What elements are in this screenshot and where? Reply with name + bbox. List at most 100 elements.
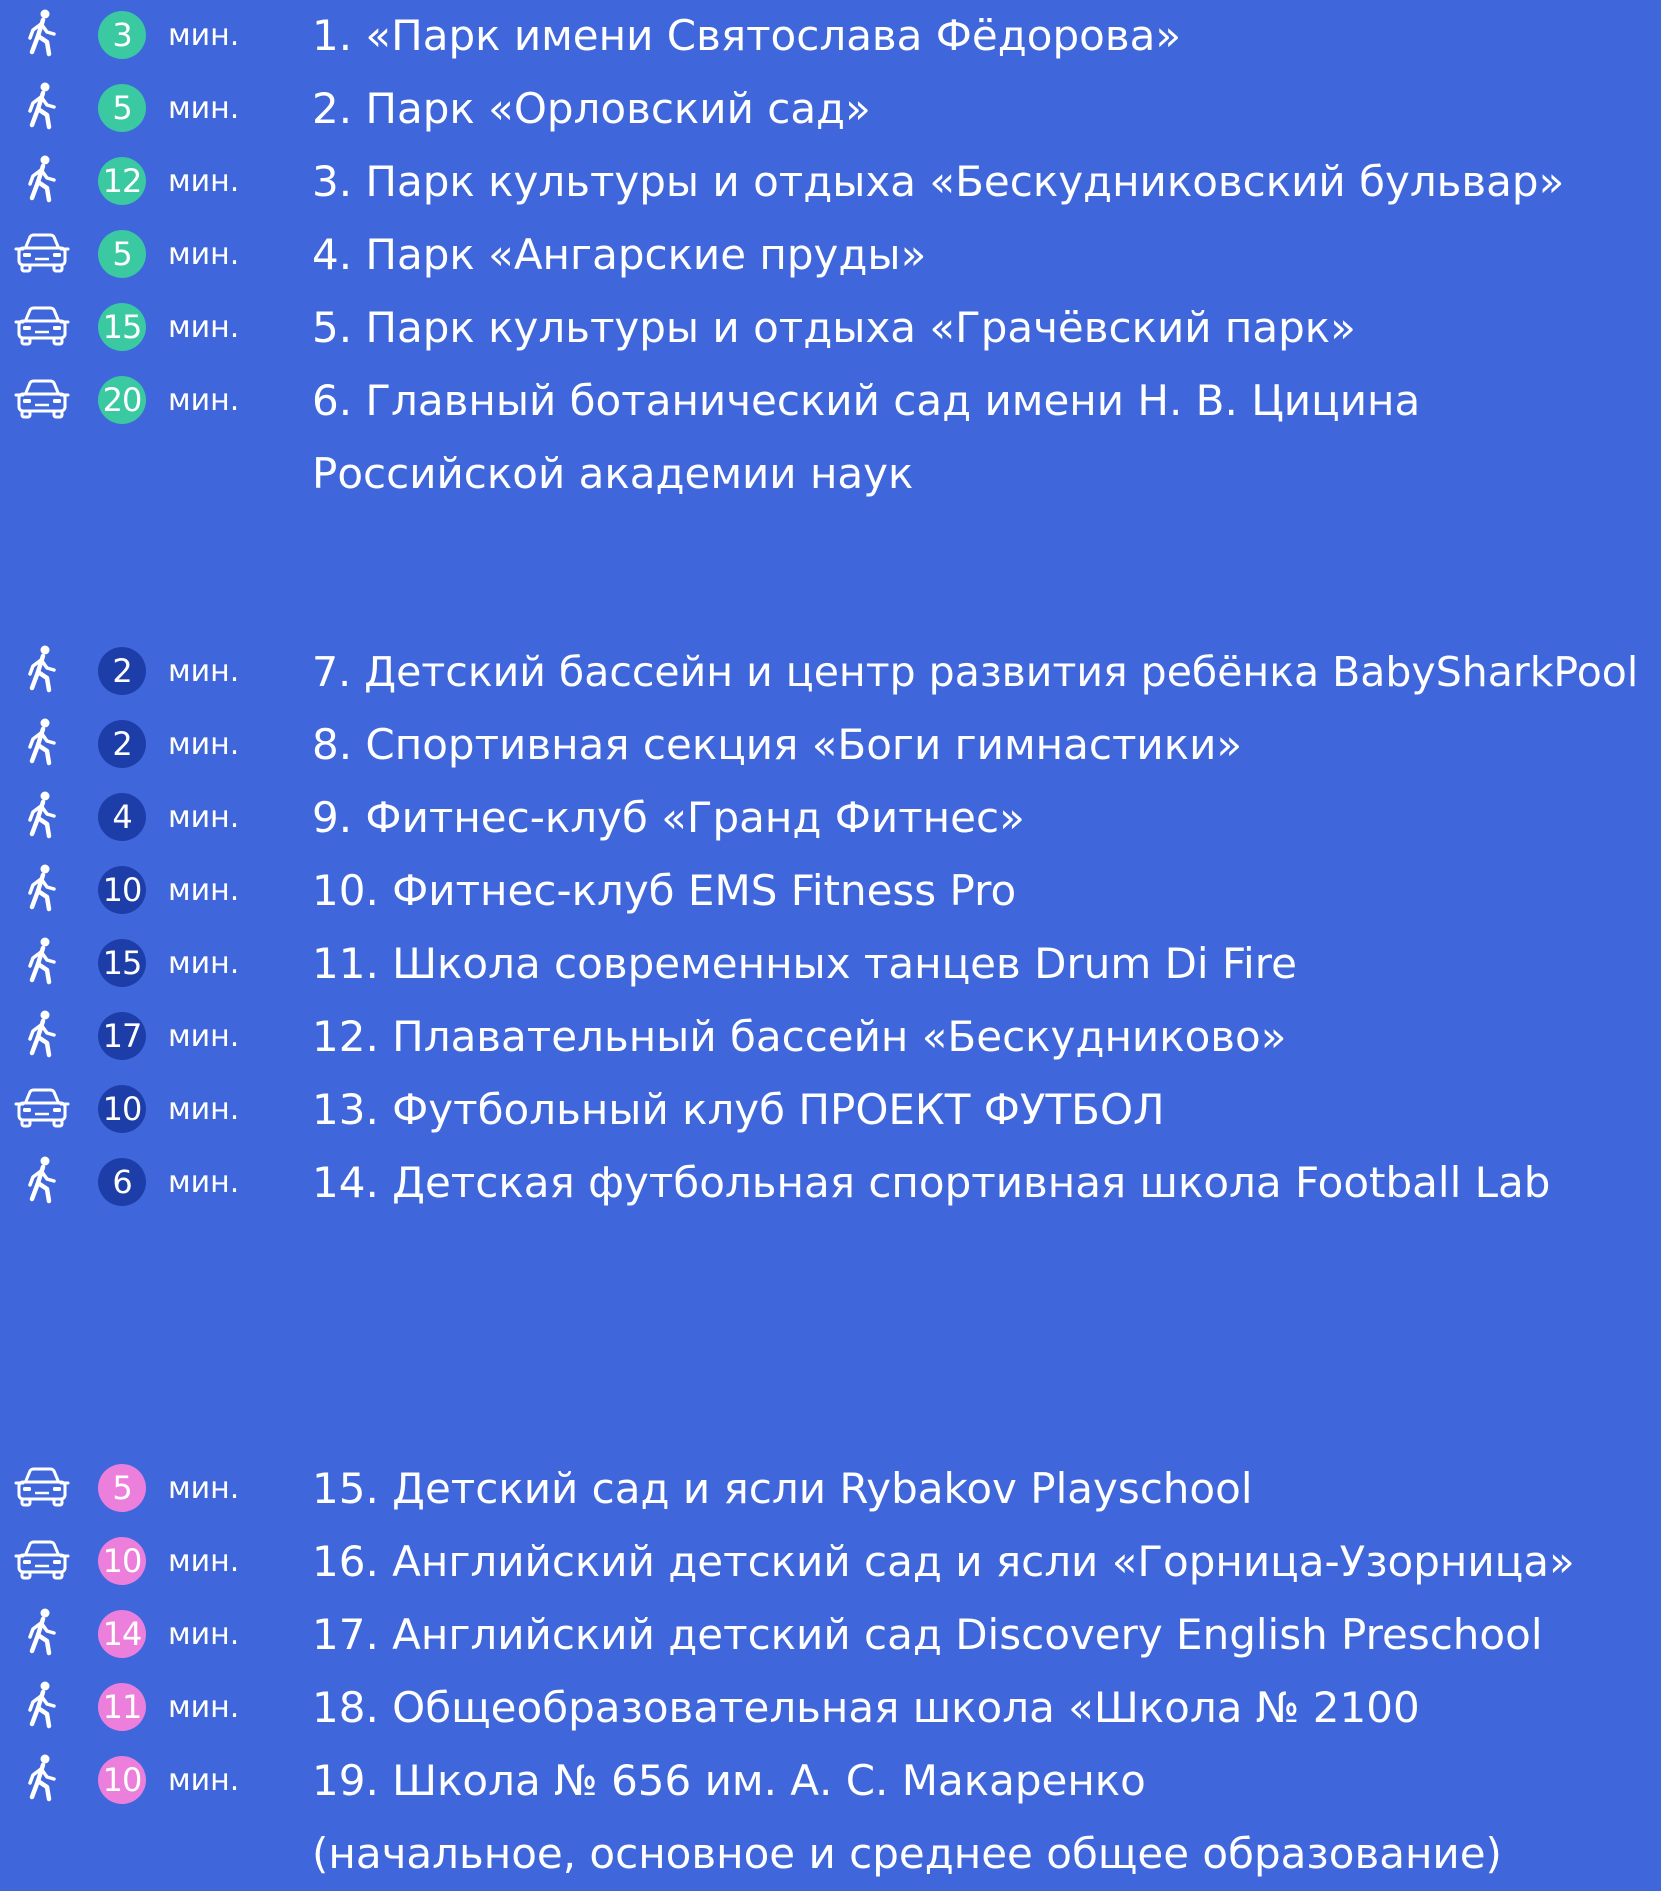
minutes-unit: мин. <box>168 1019 240 1054</box>
minutes-unit: мин. <box>168 800 240 835</box>
place-name: 6. Главный ботанический сад имени Н. В. … <box>312 376 1421 425</box>
list-item: 2 мин. 7. Детский бассейн и центр развития… <box>0 636 1661 709</box>
minutes-badge: 4 <box>98 793 146 841</box>
list-item-continuation: (начальное, основное и среднее общее обр… <box>0 1818 1661 1891</box>
minutes-unit: мин. <box>168 1617 240 1652</box>
place-name-continuation: (начальное, основное и среднее общее обр… <box>312 1829 1502 1878</box>
walk-icon <box>14 1009 70 1059</box>
minutes-badge: 14 <box>98 1610 146 1658</box>
minutes-unit: мин. <box>168 237 240 272</box>
parks-section: 3 мин. 1. «Парк имени Святослава Фёдорова»… <box>0 0 1661 511</box>
minutes-badge: 17 <box>98 1012 146 1060</box>
list-item: 14 мин. 17. Английский детский сад Discove… <box>0 1599 1661 1672</box>
place-name: 8. Спортивная секция «Боги гимнастики» <box>312 720 1243 769</box>
schools-section: 5 мин. 15. Детский сад и ясли Rybakov Play… <box>0 1453 1661 1891</box>
place-name: 10. Фитнес-клуб EMS Fitness Pro <box>312 866 1017 915</box>
minutes-unit: мин. <box>168 18 240 53</box>
minutes-badge: 20 <box>98 376 146 424</box>
walk-icon <box>14 81 70 131</box>
list-item: 5 мин. 2. Парк «Орловский сад» <box>0 73 1661 146</box>
minutes-badge: 5 <box>98 84 146 132</box>
walk-icon <box>14 1753 70 1803</box>
minutes-unit: мин. <box>168 1690 240 1725</box>
list-item: 10 мин. 19. Школа № 656 им. А. С. Макаренк… <box>0 1745 1661 1818</box>
place-name: 13. Футбольный клуб ПРОЕКТ ФУТБОЛ <box>312 1085 1165 1134</box>
place-name: 2. Парк «Орловский сад» <box>312 84 871 133</box>
minutes-badge: 3 <box>98 11 146 59</box>
list-item: 2 мин. 8. Спортивная секция «Боги гимнасти… <box>0 709 1661 782</box>
minutes-unit: мин. <box>168 946 240 981</box>
minutes-badge: 12 <box>98 157 146 205</box>
distance-list-page: 3 мин. 1. «Парк имени Святослава Фёдорова»… <box>0 0 1661 1879</box>
minutes-unit: мин. <box>168 727 240 762</box>
minutes-badge: 2 <box>98 647 146 695</box>
walk-icon <box>14 1607 70 1657</box>
place-name: 5. Парк культуры и отдыха «Грачёвский па… <box>312 303 1356 352</box>
minutes-badge: 15 <box>98 303 146 351</box>
place-name: 7. Детский бассейн и центр развития ребё… <box>312 648 1639 696</box>
list-item: 12 мин. 3. Парк культуры и отдыха «Бескудн… <box>0 146 1661 219</box>
list-item: 20 мин. 6. Главный ботанический сад имени … <box>0 365 1661 438</box>
list-item: 15 мин. 11. Школа современных танцев Drum … <box>0 928 1661 1001</box>
list-item: 5 мин. 15. Детский сад и ясли Rybakov Play… <box>0 1453 1661 1526</box>
minutes-unit: мин. <box>168 164 240 199</box>
walk-icon <box>14 790 70 840</box>
minutes-unit: мин. <box>168 310 240 345</box>
place-name: 4. Парк «Ангарские пруды» <box>312 230 927 279</box>
list-item: 4 мин. 9. Фитнес-клуб «Гранд Фитнес» <box>0 782 1661 855</box>
minutes-badge: 6 <box>98 1158 146 1206</box>
list-item: 10 мин. 10. Фитнес-клуб EMS Fitness Pro <box>0 855 1661 928</box>
place-name: 12. Плавательный бассейн «Бескудниково» <box>312 1012 1287 1061</box>
walk-icon <box>14 1155 70 1205</box>
minutes-badge: 5 <box>98 230 146 278</box>
list-item: 6 мин. 14. Детская футбольная спортивная ш… <box>0 1147 1661 1220</box>
minutes-badge: 15 <box>98 939 146 987</box>
car-icon <box>14 373 70 423</box>
walk-icon <box>14 863 70 913</box>
minutes-badge: 10 <box>98 1537 146 1585</box>
place-name: 3. Парк культуры и отдыха «Бескудниковск… <box>312 157 1565 206</box>
minutes-badge: 10 <box>98 1756 146 1804</box>
minutes-badge: 10 <box>98 866 146 914</box>
list-item: 17 мин. 12. Плавательный бассейн «Бескудни… <box>0 1001 1661 1074</box>
walk-icon <box>14 154 70 204</box>
walk-icon <box>14 644 70 694</box>
place-name: 16. Английский детский сад и ясли «Горни… <box>312 1537 1575 1586</box>
place-name: 18. Общеобразовательная школа «Школа № 2… <box>312 1683 1420 1732</box>
list-item: 10 мин. 13. Футбольный клуб ПРОЕКТ ФУТБОЛ <box>0 1074 1661 1147</box>
walk-icon <box>14 717 70 767</box>
car-icon <box>14 227 70 277</box>
minutes-badge: 5 <box>98 1464 146 1512</box>
car-icon <box>14 1082 70 1132</box>
list-item: 15 мин. 5. Парк культуры и отдыха «Грачёвс… <box>0 292 1661 365</box>
minutes-badge: 2 <box>98 720 146 768</box>
car-icon <box>14 1534 70 1584</box>
place-name: 9. Фитнес-клуб «Гранд Фитнес» <box>312 793 1025 842</box>
minutes-unit: мин. <box>168 873 240 908</box>
place-name: 17. Английский детский сад Discovery Eng… <box>312 1610 1543 1659</box>
walk-icon <box>14 936 70 986</box>
list-item-continuation: Российской академии наук <box>0 438 1661 511</box>
minutes-unit: мин. <box>168 1092 240 1127</box>
place-name: 14. Детская футбольная спортивная школа … <box>312 1158 1551 1207</box>
list-item: 3 мин. 1. «Парк имени Святослава Фёдорова» <box>0 0 1661 73</box>
walk-icon <box>14 1680 70 1730</box>
place-name: 1. «Парк имени Святослава Фёдорова» <box>312 11 1182 60</box>
minutes-unit: мин. <box>168 1165 240 1200</box>
sports-section: 2 мин. 7. Детский бассейн и центр развития… <box>0 636 1661 1220</box>
list-item: 10 мин. 16. Английский детский сад и ясли … <box>0 1526 1661 1599</box>
car-icon <box>14 1461 70 1511</box>
minutes-badge: 10 <box>98 1085 146 1133</box>
place-name: 11. Школа современных танцев Drum Di Fir… <box>312 939 1297 988</box>
walk-icon <box>14 8 70 58</box>
place-name-continuation: Российской академии наук <box>312 449 914 498</box>
minutes-unit: мин. <box>168 91 240 126</box>
place-name: 19. Школа № 656 им. А. С. Макаренко <box>312 1756 1146 1805</box>
list-item: 5 мин. 4. Парк «Ангарские пруды» <box>0 219 1661 292</box>
minutes-unit: мин. <box>168 654 240 689</box>
minutes-badge: 11 <box>98 1683 146 1731</box>
list-item: 11 мин. 18. Общеобразовательная школа «Шко… <box>0 1672 1661 1745</box>
minutes-unit: мин. <box>168 383 240 418</box>
place-name: 15. Детский сад и ясли Rybakov Playschoo… <box>312 1464 1253 1513</box>
minutes-unit: мин. <box>168 1763 240 1798</box>
